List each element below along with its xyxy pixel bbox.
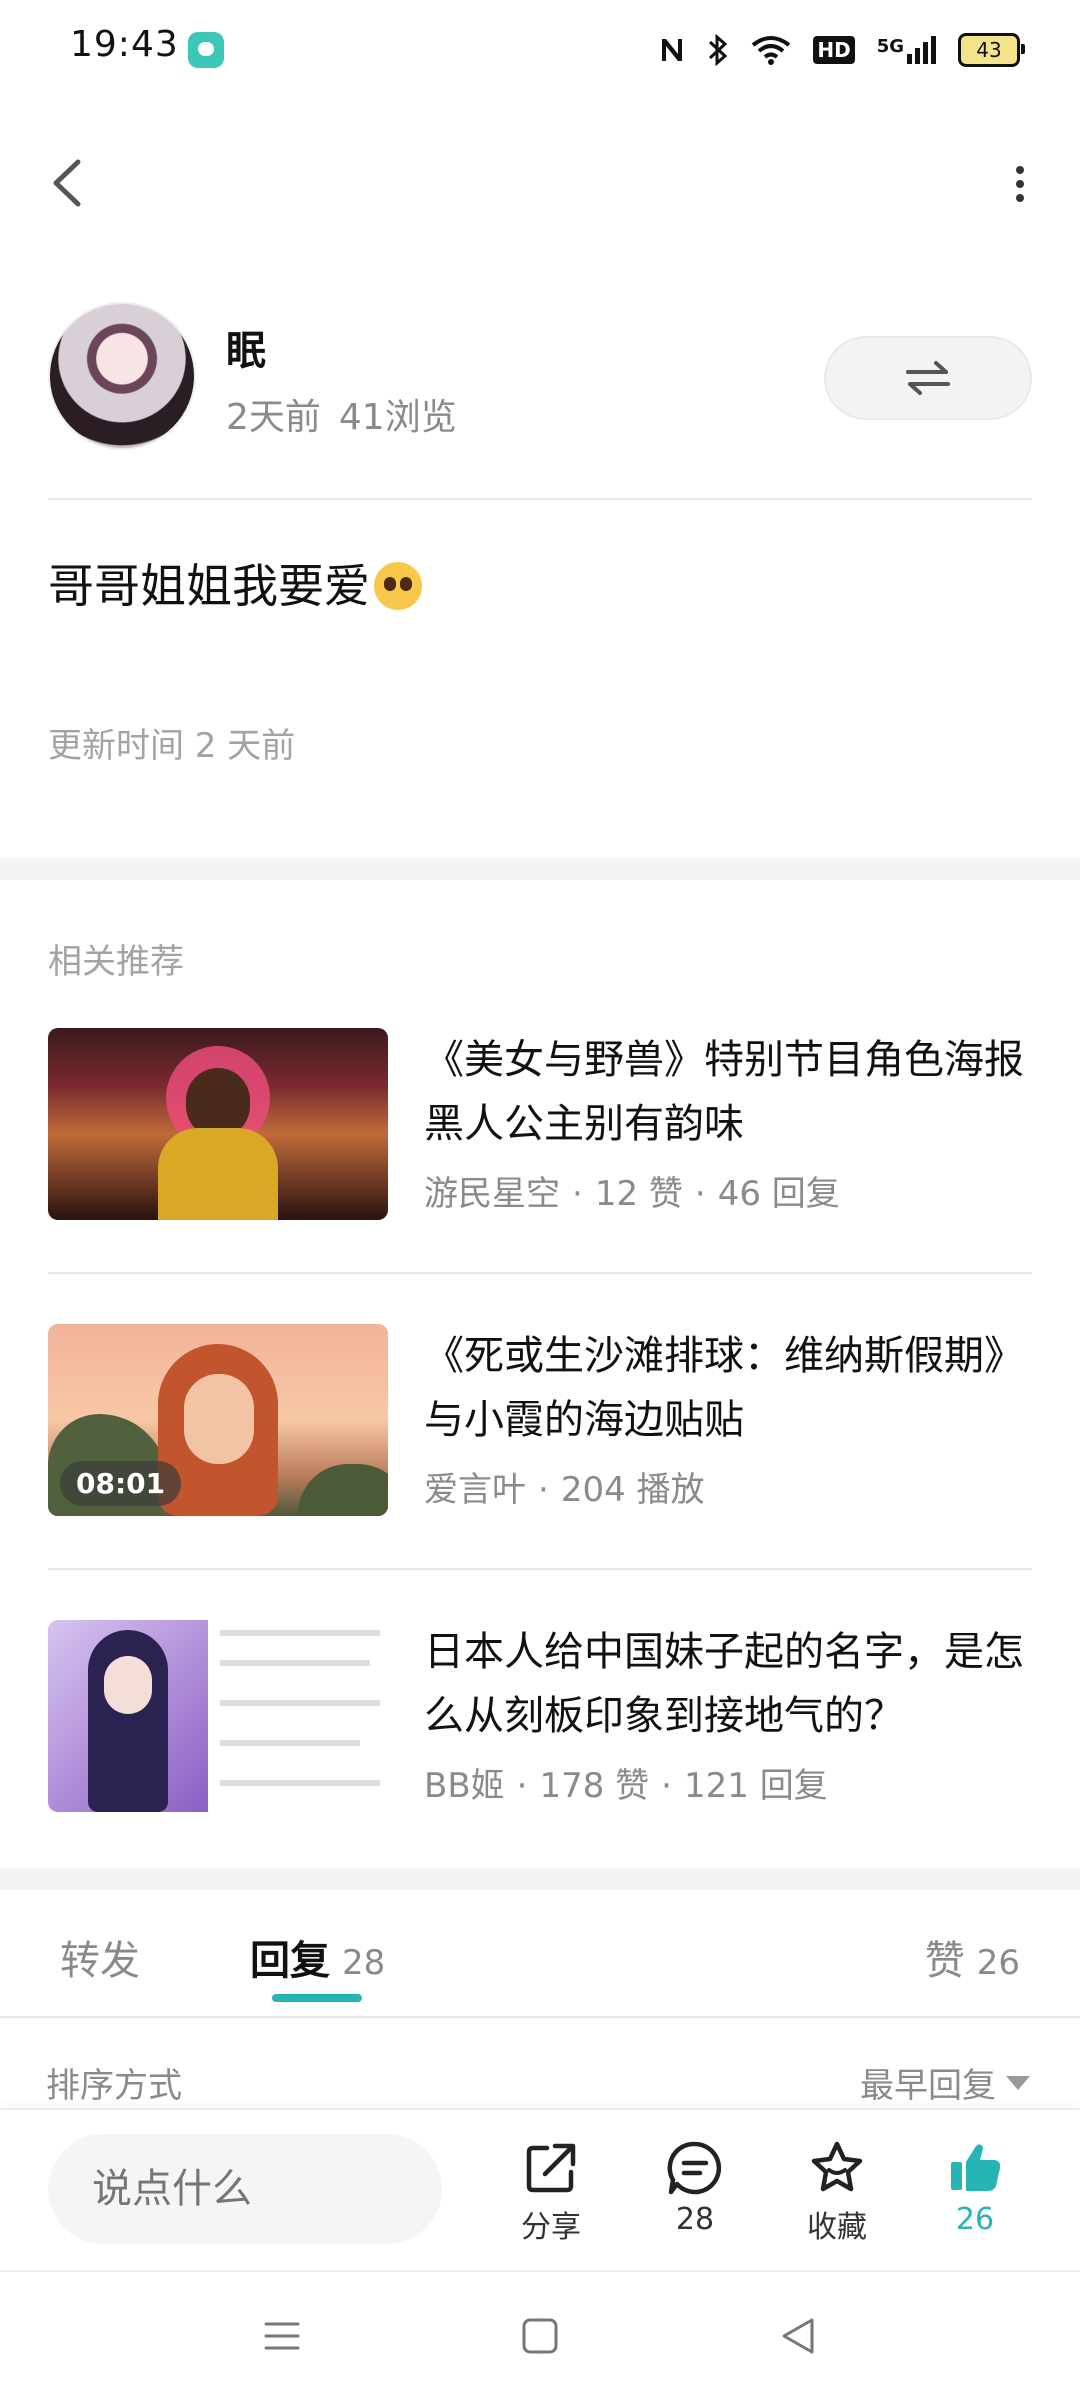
view-count: 41浏览 — [338, 397, 457, 438]
related-author: 爱言叶 — [424, 1470, 526, 1510]
tab-indicator — [272, 1994, 362, 2002]
pleading-face-emoji — [374, 562, 422, 610]
related-item[interactable]: 日本人给中国妹子起的名字，是怎么从刻板印象到接地气的？ BB姬 · 178 赞 · 12… — [48, 1620, 1032, 1812]
divider — [48, 498, 1032, 500]
tab-like[interactable]: 赞 26 — [925, 1928, 1020, 1986]
action-bar: 分享 28 收藏 26 — [0, 2108, 1080, 2272]
related-meta: 爱言叶 · 204 播放 — [424, 1470, 705, 1510]
chevron-down-icon — [1006, 2075, 1030, 2090]
comment-input[interactable] — [48, 2134, 442, 2244]
reply-stat: 46 回复 — [717, 1174, 840, 1214]
section-divider — [0, 1868, 1080, 1890]
related-meta: 游民星空 · 12 赞 · 46 回复 — [424, 1174, 840, 1214]
tab-like-label: 赞 — [924, 1938, 965, 1984]
thumbs-up-icon — [951, 2144, 1001, 2191]
more-dot — [1016, 180, 1024, 188]
reply-stat: 121 回复 — [683, 1766, 828, 1806]
status-time: 19:43 — [70, 24, 179, 65]
thumbnail — [48, 1620, 388, 1812]
status-icons: HD 5G 43 — [659, 28, 1025, 72]
star-icon — [811, 2141, 863, 2192]
related-meta: BB姬 · 178 赞 · 121 回复 — [424, 1766, 828, 1806]
play-stat: 204 播放 — [560, 1470, 705, 1510]
sort-dropdown[interactable]: 最早回复 — [860, 2058, 1030, 2107]
divider — [48, 1272, 1032, 1274]
home-icon[interactable] — [520, 2316, 560, 2356]
system-nav-bar — [0, 2270, 1080, 2402]
like-button[interactable]: 26 — [920, 2138, 1030, 2237]
share-icon — [526, 2143, 576, 2193]
comment-button[interactable]: 28 — [640, 2138, 750, 2237]
thumbnail — [48, 1028, 388, 1220]
collect-label: 收藏 — [807, 2210, 867, 2245]
author-name[interactable]: 眠 — [226, 318, 266, 376]
section-divider — [0, 858, 1080, 880]
share-button[interactable]: 分享 — [496, 2138, 606, 2246]
thumbnail: 08:01 — [48, 1324, 388, 1516]
collect-button[interactable]: 收藏 — [782, 2138, 892, 2246]
battery-level: 43 — [976, 38, 1002, 62]
update-time: 更新时间 2 天前 — [48, 726, 296, 766]
nfc-icon — [662, 39, 683, 61]
back-button[interactable] — [40, 150, 100, 216]
back-triangle-icon[interactable] — [778, 2314, 818, 2358]
hd-icon: HD — [813, 36, 855, 64]
menu-icon[interactable] — [262, 2316, 302, 2356]
tab-like-count: 26 — [976, 1943, 1020, 1983]
like-stat: 12 赞 — [594, 1174, 683, 1214]
avatar[interactable] — [48, 302, 196, 450]
tab-reply-label: 回复 — [250, 1938, 330, 1984]
network-label: 5G — [876, 36, 904, 57]
post-content: 哥哥姐姐我要爱 — [48, 550, 422, 616]
tab-reply-count: 28 — [342, 1943, 386, 1983]
battery-icon: 43 — [958, 33, 1025, 67]
post-text: 哥哥姐姐我要爱 — [48, 559, 370, 613]
related-author: BB姬 — [424, 1766, 505, 1806]
related-item[interactable]: 08:01 《死或生沙滩排球：维纳斯假期》与小霞的海边贴贴 爱言叶 · 204 播放 — [48, 1324, 1032, 1516]
more-dot — [1016, 194, 1024, 202]
tab-reply[interactable]: 回复 28 — [250, 1928, 385, 1986]
related-title-text: 《美女与野兽》特别节目角色海报 黑人公主别有韵味 — [424, 1037, 1024, 1147]
interaction-tabs: 转发 回复 28 赞 26 — [0, 1890, 1080, 2018]
more-dot — [1016, 166, 1024, 174]
comment-icon — [667, 2141, 722, 2195]
author-meta: 2天前 41浏览 — [226, 388, 457, 440]
related-author: 游民星空 — [424, 1174, 560, 1214]
video-duration: 08:01 — [60, 1461, 182, 1506]
tab-repost[interactable]: 转发 — [60, 1928, 140, 1986]
related-item[interactable]: 《美女与野兽》特别节目角色海报 黑人公主别有韵味 游民星空 · 12 赞 · 46 回复 — [48, 1028, 1032, 1220]
more-button[interactable] — [1000, 160, 1040, 216]
like-count: 26 — [955, 2202, 995, 2237]
tab-repost-label: 转发 — [60, 1938, 140, 1984]
related-title-text: 《死或生沙滩排球：维纳斯假期》与小霞的海边贴贴 — [424, 1333, 1024, 1443]
bluetooth-icon — [709, 34, 728, 66]
sort-label: 排序方式 — [46, 2066, 182, 2106]
comment-count: 28 — [675, 2202, 715, 2237]
share-label: 分享 — [521, 2210, 581, 2245]
like-stat: 178 赞 — [539, 1766, 650, 1806]
wifi-icon — [752, 36, 791, 65]
signal-5g-icon: 5G — [877, 36, 936, 64]
swap-button[interactable] — [824, 336, 1032, 420]
status-bar: 19:43 HD 5G 43 — [0, 0, 1080, 100]
related-title-text: 日本人给中国妹子起的名字，是怎么从刻板印象到接地气的？ — [424, 1629, 1024, 1739]
related-title: 相关推荐 — [48, 942, 184, 982]
chevron-left-icon — [53, 159, 81, 207]
post-time: 2天前 — [226, 397, 321, 438]
divider — [48, 1568, 1032, 1570]
swap-icon — [906, 361, 950, 395]
sort-value: 最早回复 — [860, 2066, 996, 2106]
chat-app-icon — [188, 32, 224, 68]
